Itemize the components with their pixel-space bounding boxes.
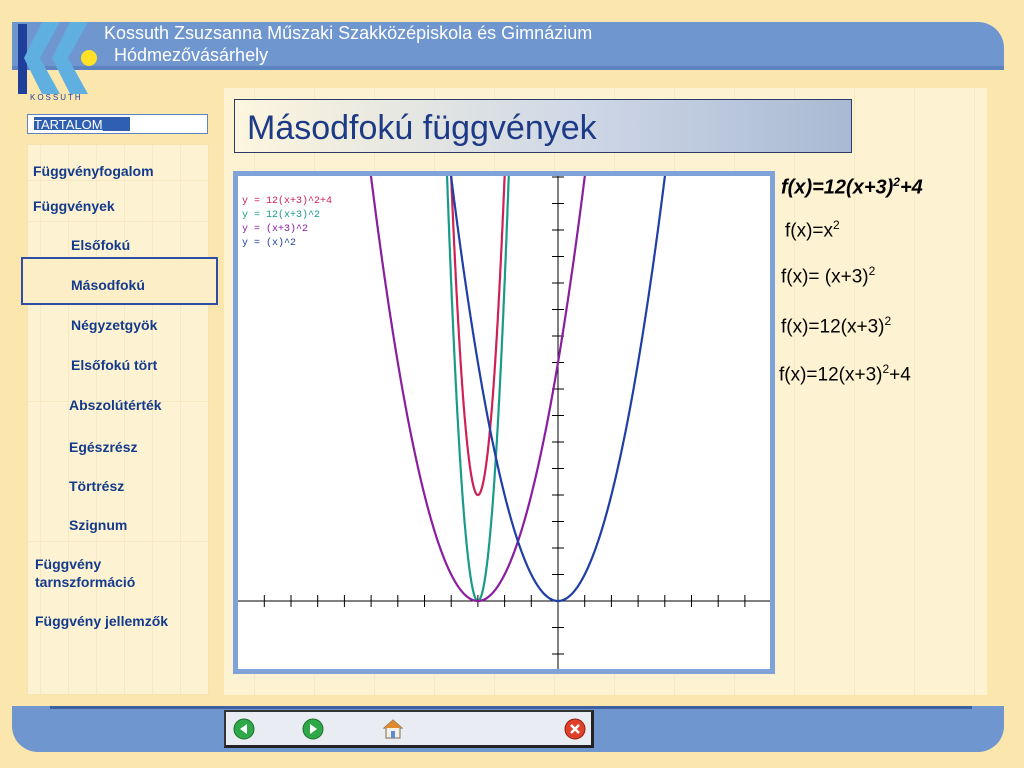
graph-axes	[238, 176, 770, 669]
legend-entry-1: y = 12(x+3)^2	[242, 209, 320, 221]
footer-divider	[50, 706, 972, 709]
arrow-right-icon[interactable]	[302, 718, 324, 740]
sidebar-item-fuggvenyfogalom[interactable]: Függvényfogalom	[33, 162, 154, 180]
formula-full: f(x)=12(x+3)2+4	[779, 362, 911, 386]
formula-stretched: f(x)=12(x+3)2	[781, 314, 892, 338]
sidebar-item-elsofoku-tort[interactable]: Elsőfokú tört	[71, 356, 157, 374]
sidebar-item-masodfoku[interactable]: Másodfokú	[71, 276, 145, 294]
legend-entry-2: y = (x+3)^2	[242, 223, 308, 235]
legend-entry-3: y = (x)^2	[242, 237, 296, 249]
sidebar-item-abszoluterték[interactable]: Abszolútérték	[69, 396, 162, 414]
navigation-bar	[224, 710, 594, 748]
home-icon[interactable]	[382, 718, 404, 740]
legend-entry-0: y = 12(x+3)^2+4	[242, 195, 332, 207]
arrow-left-icon[interactable]	[233, 718, 255, 740]
logo-text: KOSSUTH	[30, 93, 83, 102]
title-box: Másodfokú függvények	[234, 99, 852, 153]
sidebar-item-elsofoku[interactable]: Elsőfokú	[71, 236, 130, 254]
sidebar-item-fuggveny-transzformacio[interactable]: Függvény tarnszformáció	[35, 555, 185, 591]
graph-curves	[369, 176, 667, 603]
formula-x-squared: f(x)=x2	[785, 218, 840, 242]
school-city: Hódmezővásárhely	[114, 45, 269, 65]
formula-shifted: f(x)= (x+3)2	[781, 264, 876, 288]
page-title: Másodfokú függvények	[247, 109, 597, 147]
graph-legend: y = 12(x+3)^2+4 y = 12(x+3)^2 y = (x+3)^2 y…	[242, 195, 332, 249]
school-logo: KOSSUTH	[18, 22, 97, 102]
sidebar-item-szignum[interactable]: Szignum	[69, 516, 127, 534]
formula-main: f(x)=12(x+3)2+4	[781, 175, 923, 199]
sidebar-item-fuggvenyek[interactable]: Függvények	[33, 197, 115, 215]
school-name: Kossuth Zsuzsanna Műszaki Szakközépiskol…	[104, 23, 593, 43]
toc-link[interactable]: TARTALOM	[34, 117, 103, 132]
sidebar-item-fuggveny-jellemzok[interactable]: Függvény jellemzők	[35, 612, 168, 630]
sidebar-item-negyzetgyok[interactable]: Négyzetgyök	[71, 316, 157, 334]
sidebar-item-egeszresz[interactable]: Egészrész	[69, 438, 137, 456]
function-graph: y = 12(x+3)^2+4 y = 12(x+3)^2 y = (x+3)^2 y…	[238, 176, 770, 669]
close-icon[interactable]	[564, 718, 586, 740]
sidebar-item-tortresz[interactable]: Törtrész	[69, 477, 124, 495]
toc-tab[interactable]: TARTALOM	[27, 114, 208, 134]
